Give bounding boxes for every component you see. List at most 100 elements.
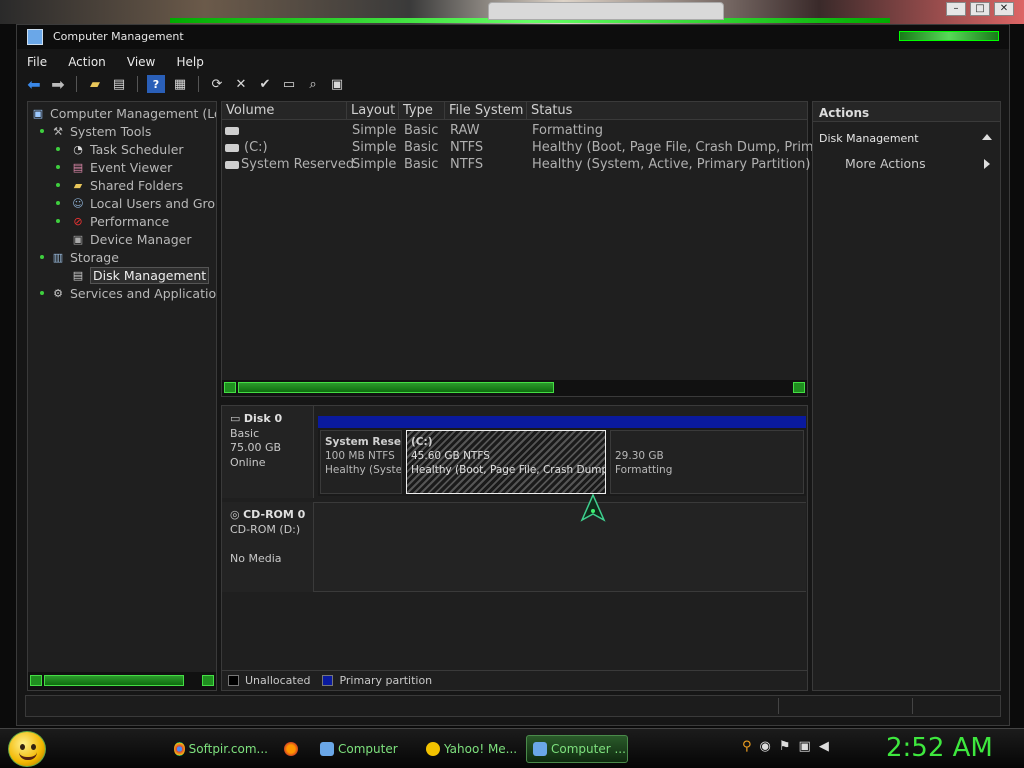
primary-partition-bar: [318, 416, 404, 428]
tree-item-performance[interactable]: ⊘ Performance: [56, 212, 169, 230]
tree-item-shared-folders[interactable]: ▰ Shared Folders: [56, 176, 183, 194]
column-status[interactable]: Status: [527, 102, 807, 120]
computer-management-icon: [27, 29, 43, 45]
toolbar-separator: [198, 76, 199, 92]
performance-icon: ⊘: [73, 214, 83, 228]
maximize-icon[interactable]: □: [970, 2, 990, 16]
open-folder-icon[interactable]: ▭: [280, 75, 298, 93]
unallocated-swatch: [228, 675, 239, 686]
properties-icon[interactable]: ▦: [171, 75, 189, 93]
action-center-flag-icon[interactable]: ⚑: [779, 739, 791, 754]
up-folder-icon[interactable]: ▰: [86, 75, 104, 93]
computer-management-window: Computer Management File Action View Hel…: [16, 24, 1010, 726]
volume-icon[interactable]: ◀: [819, 739, 829, 754]
collapse-up-icon[interactable]: [982, 134, 992, 140]
column-volume[interactable]: Volume: [222, 102, 347, 120]
cdrom-icon: ◎: [230, 508, 240, 521]
clock[interactable]: 2:52 AM: [886, 733, 993, 763]
services-icon: ⚙: [53, 286, 63, 300]
background-window-tab[interactable]: [488, 2, 724, 20]
drive-icon: [225, 161, 239, 169]
primary-partition-bar: [404, 416, 608, 428]
system-tray: ⚲ ◉ ⚑ ▣ ◀: [742, 739, 829, 754]
partition-c[interactable]: (C:) 45.60 GB NTFS Healthy (Boot, Page F…: [404, 416, 608, 496]
cdrom-area[interactable]: [314, 502, 806, 592]
tree-item-disk-management[interactable]: ▤ Disk Management: [70, 266, 210, 284]
menu-help[interactable]: Help: [174, 55, 203, 69]
device-manager-icon: ▣: [72, 232, 84, 246]
toolbar-separator: [137, 76, 138, 92]
tree-root[interactable]: ▣ Computer Management (Loc: [30, 104, 216, 122]
window-control-buttons[interactable]: [899, 31, 999, 41]
delete-icon[interactable]: ✕: [232, 75, 250, 93]
volume-list-header: Volume Layout Type File System Status: [222, 102, 807, 120]
partition-formatting[interactable]: 29.30 GB Formatting: [608, 416, 806, 496]
column-file-system[interactable]: File System: [445, 102, 527, 120]
show-hide-tree-icon[interactable]: ▤: [110, 75, 128, 93]
disk-properties-icon[interactable]: ▣: [328, 75, 346, 93]
volume-row[interactable]: Simple Basic RAW Formatting: [222, 122, 807, 139]
tree-item-event-viewer[interactable]: ▤ Event Viewer: [56, 158, 172, 176]
tree-item-device-manager[interactable]: ▣ Device Manager: [70, 230, 192, 248]
task-softpir[interactable]: Softpir.com...: [168, 735, 268, 763]
cdrom-0-label[interactable]: ◎ CD-ROM 0 CD-ROM (D:) No Media: [222, 502, 314, 592]
scroll-right-icon[interactable]: [202, 675, 214, 686]
legend: Unallocated Primary partition: [222, 670, 807, 690]
toolbar-separator: [76, 76, 77, 92]
actions-section-disk-management[interactable]: Disk Management: [819, 132, 919, 145]
firefox-icon: [284, 742, 298, 756]
task-computer[interactable]: Computer: [314, 735, 416, 763]
menu-bar: File Action View Help: [25, 51, 1001, 69]
scroll-left-icon[interactable]: [30, 675, 42, 686]
tree-item-local-users[interactable]: ☺ Local Users and Grou: [56, 194, 216, 212]
window-title: Computer Management: [53, 30, 184, 43]
search-icon[interactable]: ⌕: [304, 75, 322, 93]
menu-action[interactable]: Action: [66, 55, 106, 69]
chevron-right-icon[interactable]: [984, 159, 990, 169]
refresh-icon[interactable]: ⟳: [208, 75, 226, 93]
messenger-status-icon[interactable]: ◉: [760, 739, 771, 754]
start-button[interactable]: [8, 731, 46, 767]
title-bar[interactable]: Computer Management: [17, 25, 1009, 49]
shared-folder-icon: ▰: [73, 178, 83, 192]
computer-management-icon: [320, 742, 334, 756]
column-type[interactable]: Type: [399, 102, 445, 120]
volume-row[interactable]: (C:) Simple Basic NTFS Healthy (Boot, Pa…: [222, 139, 835, 156]
check-icon[interactable]: ✔: [256, 75, 274, 93]
task-firefox[interactable]: [278, 735, 308, 763]
more-actions-item[interactable]: More Actions: [845, 156, 926, 171]
search-icon[interactable]: ⚲: [742, 739, 752, 754]
chrome-icon: [174, 742, 185, 756]
volume-horizontal-scrollbar[interactable]: [222, 380, 807, 396]
tree-horizontal-scrollbar[interactable]: [28, 672, 216, 690]
tree-item-storage[interactable]: ▥ Storage: [40, 248, 119, 266]
drive-icon: [225, 144, 239, 152]
scroll-thumb[interactable]: [238, 382, 554, 393]
tree-item-services-applications[interactable]: ⚙ Services and Applications: [40, 284, 216, 302]
network-icon[interactable]: ▣: [799, 739, 811, 754]
partition-system-reserved[interactable]: System Rese 100 MB NTFS Healthy (Syste: [318, 416, 404, 496]
toolbar: ⬅ ➡ ▰ ▤ ? ▦ ⟳ ✕ ✔ ▭ ⌕ ▣: [25, 73, 1001, 95]
disk-management-icon: ▤: [72, 268, 84, 282]
computer-management-icon: [533, 742, 547, 756]
scroll-thumb[interactable]: [44, 675, 184, 686]
back-arrow-icon[interactable]: ⬅: [25, 75, 43, 94]
volume-row[interactable]: System Reserved Simple Basic NTFS Health…: [222, 156, 810, 173]
task-computer-management-active[interactable]: Computer ...: [526, 735, 628, 763]
forward-arrow-icon[interactable]: ➡: [49, 75, 67, 94]
scroll-left-icon[interactable]: [224, 382, 236, 393]
background-window-buttons[interactable]: – □ ✕: [946, 2, 1014, 16]
tree-item-task-scheduler[interactable]: ◔ Task Scheduler: [56, 140, 184, 158]
drive-icon: [225, 127, 239, 135]
menu-view[interactable]: View: [125, 55, 155, 69]
minimize-icon[interactable]: –: [946, 2, 966, 16]
scroll-right-icon[interactable]: [793, 382, 805, 393]
menu-file[interactable]: File: [25, 55, 47, 69]
tree-item-system-tools[interactable]: ⚒ System Tools: [40, 122, 151, 140]
actions-header: Actions: [813, 102, 1000, 122]
column-layout[interactable]: Layout: [347, 102, 399, 120]
task-yahoo-messenger[interactable]: Yahoo! Me...: [420, 735, 520, 763]
disk-0-label[interactable]: ▭ Disk 0 Basic 75.00 GB Online: [222, 406, 314, 498]
close-icon[interactable]: ✕: [994, 2, 1014, 16]
help-icon[interactable]: ?: [147, 75, 165, 93]
